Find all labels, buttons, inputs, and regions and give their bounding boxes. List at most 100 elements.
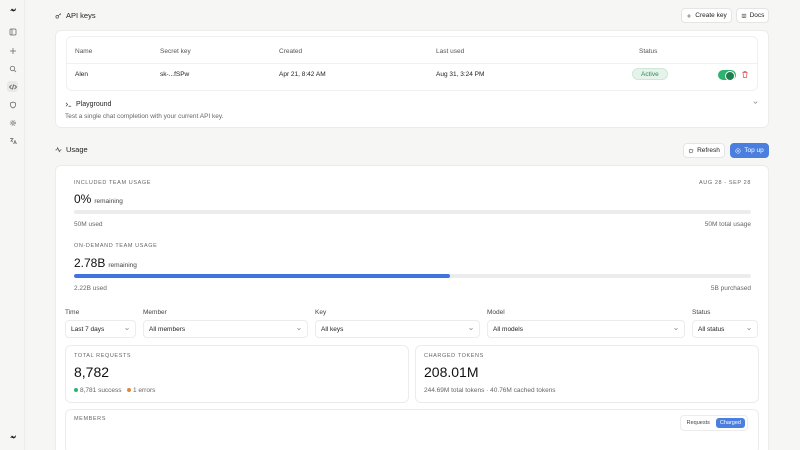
- member-filter-label: Member: [143, 309, 167, 316]
- included-value: 0%: [74, 192, 92, 206]
- api-keys-title-text: API keys: [66, 11, 96, 20]
- key-filter-select[interactable]: All keys: [315, 320, 480, 338]
- usage-title-text: Usage: [66, 145, 88, 154]
- translate-icon[interactable]: [7, 135, 18, 146]
- playground-toggle[interactable]: Playground: [65, 101, 111, 108]
- create-key-button[interactable]: Create key: [681, 8, 732, 23]
- usage-card: Included team usage Aug 28 - Sep 28 0% r…: [55, 165, 769, 450]
- profile-logo-icon[interactable]: [7, 431, 18, 442]
- cached-tokens: 40.76M cached tokens: [490, 387, 556, 394]
- api-keys-title: API keys: [55, 11, 96, 20]
- token-breakdown: 244.69M total tokens · 40.76M cached tok…: [424, 387, 556, 394]
- col-name: Name: [75, 48, 93, 55]
- on-demand-suffix: remaining: [108, 262, 137, 269]
- key-name: Alen: [75, 71, 89, 78]
- refresh-label: Refresh: [697, 147, 720, 154]
- api-keys-table: Name Secret key Created Last used Status…: [66, 36, 758, 91]
- on-demand-total: 5B purchased: [710, 285, 751, 292]
- on-demand-used: 2.22B used: [74, 285, 107, 292]
- playground-desc: Test a single chat completion with your …: [65, 113, 224, 120]
- member-filter-value: All members: [149, 325, 186, 333]
- trash-icon[interactable]: [741, 70, 749, 79]
- top-up-label: Top up: [744, 147, 764, 154]
- requests-toggle[interactable]: Requests: [683, 418, 714, 428]
- key-created: Apr 21, 8:42 AM: [279, 71, 326, 78]
- key-secret[interactable]: sk-...fSPw: [160, 71, 189, 78]
- members-label: Members: [74, 416, 107, 422]
- success-count: 8,781 success: [80, 387, 122, 394]
- token-separator: ·: [486, 387, 489, 394]
- included-suffix: remaining: [94, 198, 123, 205]
- time-filter-value: Last 7 days: [71, 325, 105, 333]
- chevron-down-icon[interactable]: [752, 99, 759, 106]
- request-breakdown: 8,781 success 1 errors: [74, 387, 155, 394]
- charged-tokens-value: 208.01M: [424, 364, 479, 380]
- model-filter-label: Model: [487, 309, 505, 316]
- model-filter-select[interactable]: All models: [487, 320, 685, 338]
- chevron-down-icon: [747, 328, 751, 331]
- logo-icon[interactable]: [7, 4, 18, 15]
- charged-toggle[interactable]: Charged: [715, 418, 745, 428]
- chevron-down-icon: [125, 328, 129, 331]
- code-icon[interactable]: [7, 81, 18, 92]
- on-demand-progress: [74, 274, 751, 278]
- time-filter-select[interactable]: Last 7 days: [65, 320, 136, 338]
- status-filter-label: Status: [692, 309, 711, 316]
- create-key-label: Create key: [695, 12, 727, 19]
- model-filter-value: All models: [493, 325, 523, 333]
- docs-label: Docs: [749, 12, 765, 19]
- charged-tokens-label: Charged tokens: [424, 353, 484, 359]
- key-icon: [55, 13, 61, 19]
- key-active-toggle[interactable]: [718, 70, 736, 81]
- plus-icon[interactable]: [7, 45, 18, 56]
- on-demand-label: On-demand team usage: [74, 243, 158, 249]
- refresh-icon: [688, 148, 694, 153]
- success-dot: [74, 388, 78, 393]
- playground-title: Playground: [76, 101, 112, 108]
- refresh-button[interactable]: Refresh: [683, 143, 725, 158]
- members-card: Members Requests Charged: [65, 409, 759, 450]
- col-created: Created: [279, 48, 303, 55]
- chevron-down-icon: [469, 328, 473, 331]
- docs-button[interactable]: Docs: [736, 8, 769, 23]
- col-last-used: Last used: [436, 48, 465, 55]
- status-badge: Active: [632, 68, 668, 80]
- time-filter-label: Time: [65, 309, 80, 316]
- sidebar: [0, 0, 25, 450]
- book-icon: [741, 13, 746, 18]
- key-filter-label: Key: [315, 309, 327, 316]
- api-keys-card: Name Secret key Created Last used Status…: [55, 30, 769, 128]
- error-count: 1 errors: [132, 387, 156, 394]
- members-metric-toggle: Requests Charged: [679, 415, 748, 431]
- chevron-down-icon: [297, 328, 301, 331]
- total-requests-card: Total requests 8,782 8,781 success 1 err…: [65, 345, 409, 403]
- main-content: API keys Create key Docs Name Secret key…: [25, 0, 800, 450]
- chevron-down-icon: [674, 328, 678, 331]
- included-label: Included team usage: [74, 180, 152, 186]
- plus-circle-icon: [735, 147, 741, 154]
- gear-icon[interactable]: [7, 117, 18, 128]
- activity-icon: [55, 146, 62, 153]
- total-requests-value: 8,782: [74, 364, 110, 380]
- panel-icon[interactable]: [7, 26, 18, 37]
- search-icon[interactable]: [7, 63, 18, 74]
- top-up-button[interactable]: Top up: [730, 143, 769, 158]
- col-status: Status: [639, 48, 658, 55]
- included-used: 50M used: [74, 221, 103, 228]
- usage-title: Usage: [55, 145, 88, 154]
- on-demand-value: 2.78B: [74, 256, 106, 270]
- status-filter-select[interactable]: All status: [692, 320, 758, 338]
- total-requests-label: Total requests: [74, 353, 132, 359]
- member-filter-select[interactable]: All members: [143, 320, 308, 338]
- key-last-used: Aug 31, 3:24 PM: [436, 71, 485, 78]
- on-demand-remaining: 2.78B remaining: [74, 256, 137, 270]
- total-tokens: 244.69M total tokens: [424, 387, 485, 394]
- plus-icon: [687, 13, 692, 18]
- key-filter-value: All keys: [321, 325, 344, 333]
- col-secret: Secret key: [160, 48, 191, 55]
- shield-icon[interactable]: [7, 99, 18, 110]
- billing-range: Aug 28 - Sep 28: [698, 180, 751, 186]
- included-progress: [74, 210, 751, 214]
- included-total: 50M total usage: [704, 221, 751, 228]
- charged-tokens-card: Charged tokens 208.01M 244.69M total tok…: [415, 345, 759, 403]
